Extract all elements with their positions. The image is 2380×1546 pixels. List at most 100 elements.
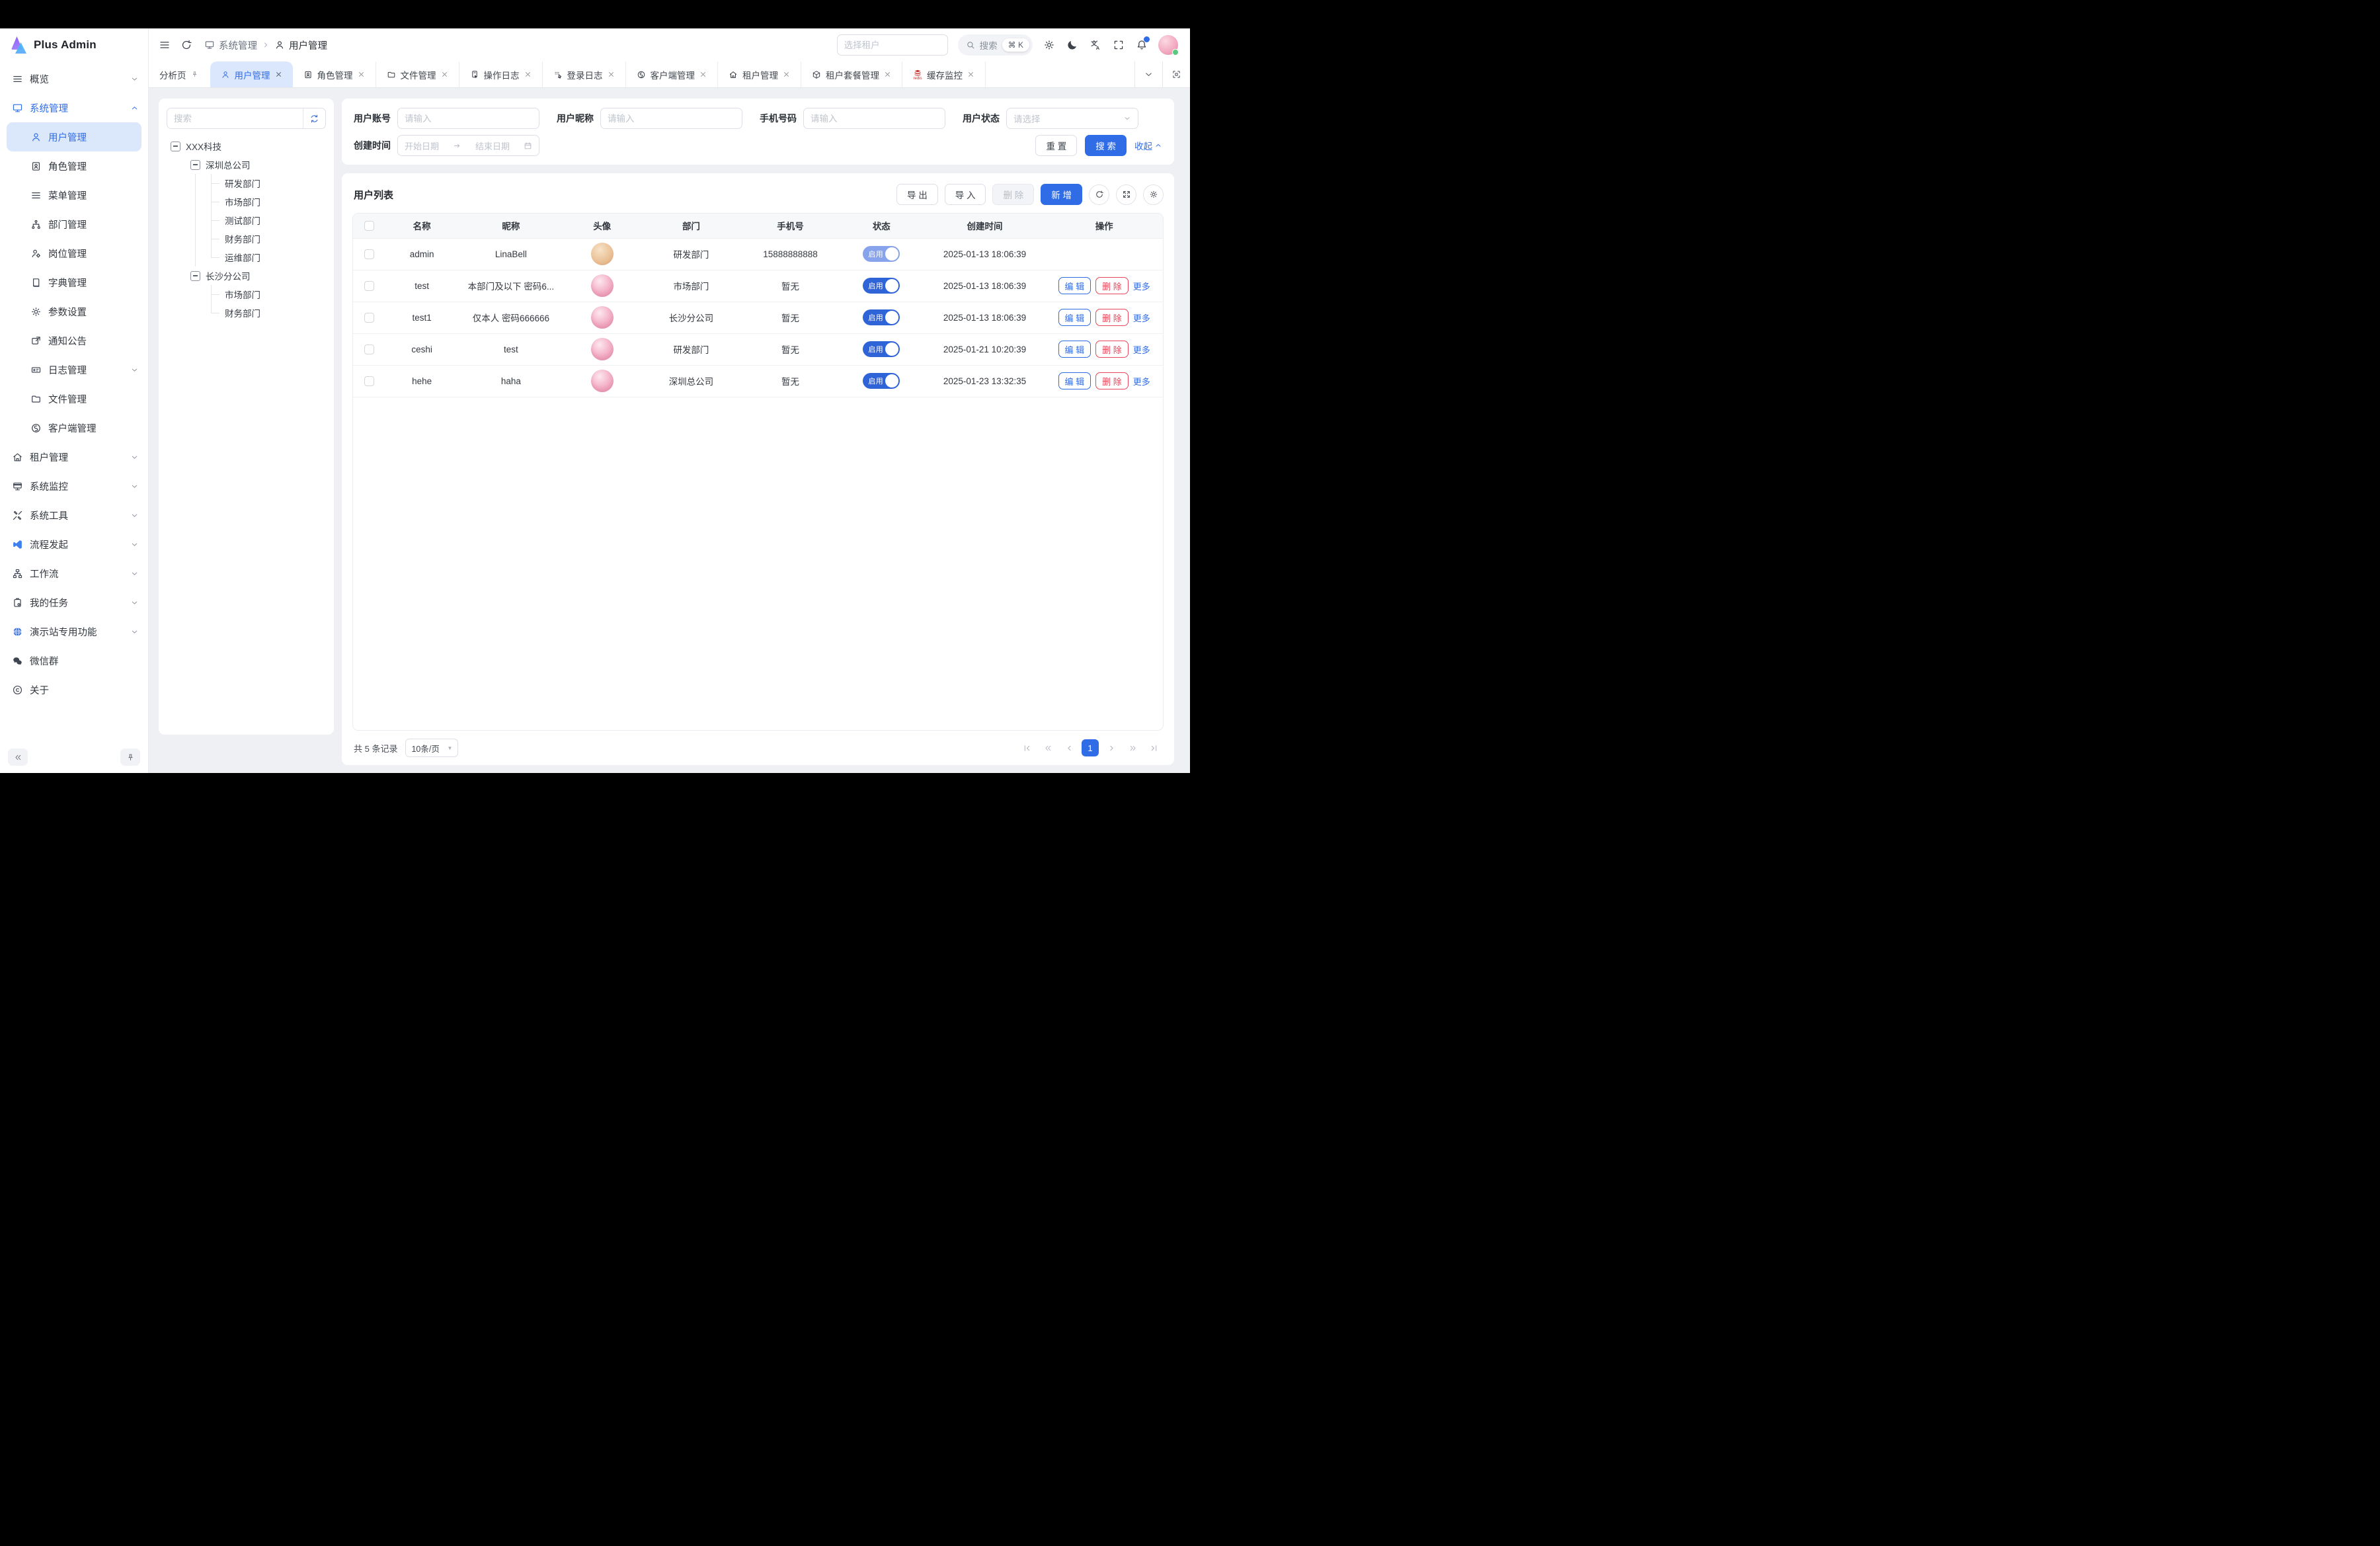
sidebar-item-log-management[interactable]: 日志管理 (0, 355, 148, 384)
delete-row-button[interactable]: 删 除 (1095, 372, 1129, 389)
brand-logo[interactable]: Plus Admin (0, 28, 148, 61)
more-actions-link[interactable]: 更多 (1133, 375, 1150, 387)
row-checkbox[interactable] (364, 313, 374, 323)
refresh-table-button[interactable] (1089, 184, 1109, 205)
status-toggle[interactable]: 启用 (863, 278, 900, 294)
language-switch-button[interactable]: 文A (1089, 38, 1102, 52)
tab-user-management[interactable]: 用户管理 (210, 61, 293, 87)
sidebar-item-menu-management[interactable]: 菜单管理 (0, 181, 148, 210)
edit-button[interactable]: 编 辑 (1058, 309, 1091, 326)
collapse-node-icon[interactable] (171, 142, 180, 151)
tab-cache-monitor[interactable]: redis 缓存监控 (902, 61, 986, 87)
sidebar-item-workflow[interactable]: 工作流 (0, 559, 148, 588)
collapse-filter-link[interactable]: 收起 (1134, 139, 1162, 152)
tab-tenant-management[interactable]: 租户管理 (718, 61, 801, 87)
tab-file-management[interactable]: 文件管理 (376, 61, 459, 87)
tenant-select-input[interactable] (844, 40, 941, 50)
more-actions-link[interactable]: 更多 (1133, 280, 1150, 292)
collapse-node-icon[interactable] (190, 160, 200, 170)
tree-node-marketing-dept[interactable]: 市场部门 (167, 192, 326, 211)
delete-row-button[interactable]: 删 除 (1095, 277, 1129, 294)
breadcrumb-item-system[interactable]: 系统管理 (204, 38, 257, 52)
reset-button[interactable]: 重 置 (1035, 135, 1077, 156)
fullscreen-button[interactable] (1112, 38, 1125, 52)
tab-tenant-package-management[interactable]: 租户套餐管理 (801, 61, 902, 87)
close-tab-icon[interactable] (524, 71, 532, 78)
close-tab-icon[interactable] (967, 71, 974, 78)
export-button[interactable]: 导 出 (896, 184, 938, 205)
close-tab-icon[interactable] (441, 71, 448, 78)
tab-login-log[interactable]: 登录日志 (543, 61, 626, 87)
tab-list-dropdown-button[interactable] (1134, 61, 1162, 87)
tree-node-changsha-branch[interactable]: 长沙分公司 (167, 266, 326, 285)
delete-row-button[interactable]: 删 除 (1095, 341, 1129, 358)
dark-mode-toggle[interactable] (1066, 38, 1079, 52)
sidebar-item-system-monitor[interactable]: 系统监控 (0, 471, 148, 501)
tab-analysis[interactable]: 分析页 (149, 61, 209, 87)
next-page-button[interactable] (1103, 739, 1120, 756)
delete-row-button[interactable]: 删 除 (1095, 309, 1129, 326)
tree-node-company[interactable]: XXX科技 (167, 137, 326, 155)
more-actions-link[interactable]: 更多 (1133, 311, 1150, 324)
account-input[interactable] (405, 114, 532, 124)
row-checkbox[interactable] (364, 376, 374, 386)
content-fullscreen-button[interactable] (1162, 61, 1190, 87)
close-tab-icon[interactable] (608, 71, 615, 78)
last-page-button[interactable] (1145, 739, 1162, 756)
current-page-button[interactable]: 1 (1082, 739, 1099, 756)
status-toggle[interactable]: 启用 (863, 246, 900, 262)
date-range-picker[interactable]: 开始日期 结束日期 (397, 135, 539, 156)
refresh-page-button[interactable] (180, 38, 193, 52)
row-checkbox[interactable] (364, 249, 374, 259)
close-tab-icon[interactable] (884, 71, 891, 78)
pin-sidebar-button[interactable] (120, 749, 140, 766)
collapse-node-icon[interactable] (190, 271, 200, 281)
edit-button[interactable]: 编 辑 (1058, 341, 1091, 358)
sidebar-item-process-initiation[interactable]: 流程发起 (0, 530, 148, 559)
breadcrumb-item-current[interactable]: 用户管理 (274, 38, 327, 52)
close-tab-icon[interactable] (783, 71, 790, 78)
sidebar-item-dict-management[interactable]: 字典管理 (0, 268, 148, 297)
sidebar-item-user-management[interactable]: 用户管理 (7, 122, 141, 151)
tree-node-marketing-dept-cs[interactable]: 市场部门 (167, 285, 326, 304)
status-toggle[interactable]: 启用 (863, 309, 900, 325)
close-tab-icon[interactable] (275, 71, 282, 78)
tab-role-management[interactable]: 角色管理 (293, 61, 376, 87)
phone-input[interactable] (811, 114, 938, 124)
status-toggle[interactable]: 启用 (863, 373, 900, 389)
tree-search-input[interactable] (167, 108, 303, 128)
tree-node-shenzhen-hq[interactable]: 深圳总公司 (167, 155, 326, 174)
row-checkbox[interactable] (364, 281, 374, 291)
more-actions-link[interactable]: 更多 (1133, 343, 1150, 356)
import-button[interactable]: 导 入 (945, 184, 986, 205)
prev-page-button[interactable] (1060, 739, 1078, 756)
status-select[interactable]: 请选择 (1006, 108, 1138, 129)
sidebar-item-my-tasks[interactable]: 我的任务 (0, 588, 148, 617)
sidebar-item-tenant-management[interactable]: 租户管理 (0, 442, 148, 471)
search-button[interactable]: 搜 索 (1085, 135, 1127, 156)
next-group-button[interactable] (1124, 739, 1141, 756)
notifications-button[interactable] (1135, 38, 1148, 52)
sidebar-item-role-management[interactable]: 角色管理 (0, 151, 148, 181)
user-avatar[interactable] (1158, 35, 1178, 55)
sidebar-item-system-tools[interactable]: 系统工具 (0, 501, 148, 530)
status-toggle[interactable]: 启用 (863, 341, 900, 357)
select-all-checkbox[interactable] (364, 221, 374, 231)
tab-operation-log[interactable]: 操作日志 (459, 61, 543, 87)
sidebar-item-post-management[interactable]: 岗位管理 (0, 239, 148, 268)
tree-node-rd-dept[interactable]: 研发部门 (167, 174, 326, 192)
sidebar-item-wechat-group[interactable]: 微信群 (0, 646, 148, 675)
collapse-sidebar-button[interactable] (8, 749, 28, 766)
first-page-button[interactable] (1018, 739, 1035, 756)
hamburger-menu-button[interactable] (158, 38, 171, 52)
sidebar-item-client-management[interactable]: 客户端管理 (0, 413, 148, 442)
tenant-select[interactable] (837, 34, 948, 56)
settings-button[interactable] (1043, 38, 1056, 52)
add-button[interactable]: 新 增 (1041, 184, 1082, 205)
sidebar-item-system-management[interactable]: 系统管理 (0, 93, 148, 122)
row-checkbox[interactable] (364, 345, 374, 354)
tree-node-finance-dept-cs[interactable]: 财务部门 (167, 304, 326, 322)
sidebar-item-parameter-settings[interactable]: 参数设置 (0, 297, 148, 326)
page-size-select[interactable]: 10条/页 ▼ (405, 739, 458, 757)
edit-button[interactable]: 编 辑 (1058, 277, 1091, 294)
